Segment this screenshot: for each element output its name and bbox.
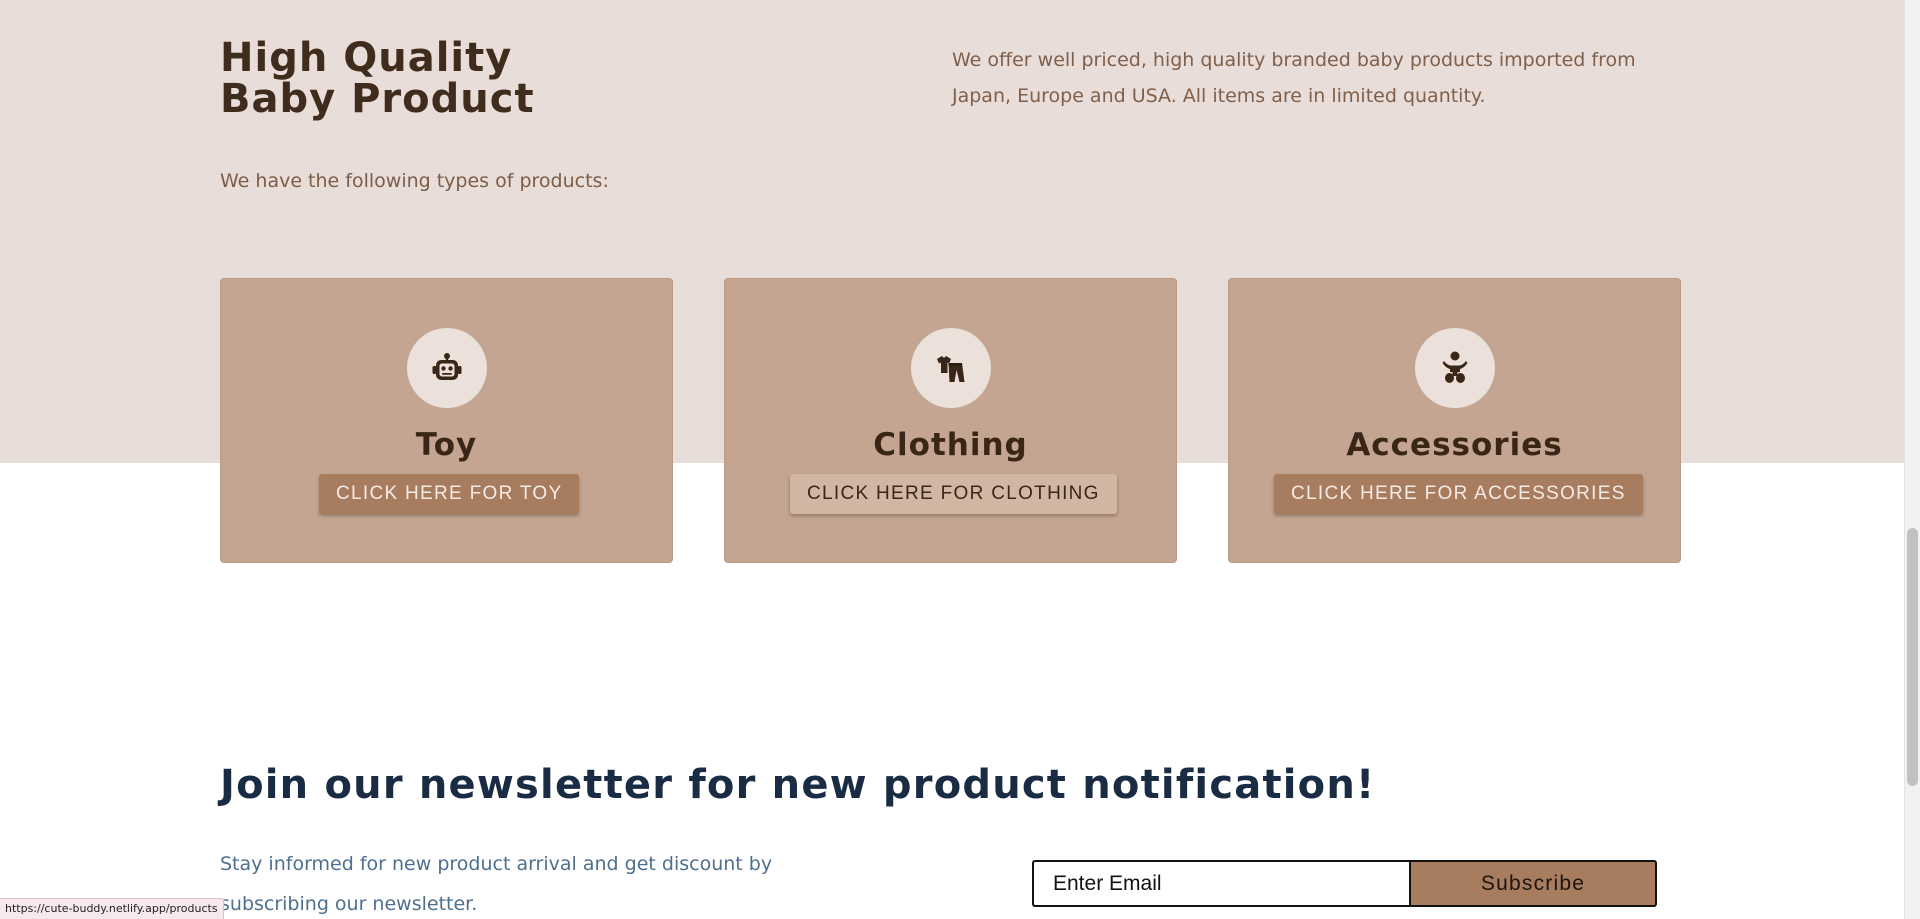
page-scrollbar[interactable] xyxy=(1904,0,1920,919)
hero-title-line-1: High Quality xyxy=(220,35,513,81)
category-title-toy: Toy xyxy=(415,427,478,463)
click-here-for-accessories-button[interactable]: CLICK HERE FOR ACCESSORIES xyxy=(1274,474,1643,514)
email-input[interactable] xyxy=(1032,860,1409,907)
category-card-accessories: Accessories CLICK HERE FOR ACCESSORIES xyxy=(1228,278,1681,563)
newsletter-title: Join our newsletter for new product noti… xyxy=(220,762,1376,808)
newsletter-description: Stay informed for new product arrival an… xyxy=(220,853,773,915)
category-title-accessories: Accessories xyxy=(1346,427,1563,463)
category-title-clothing: Clothing xyxy=(873,427,1028,463)
robot-icon-circle xyxy=(406,328,487,408)
baby-icon-circle xyxy=(1414,328,1495,408)
robot-icon xyxy=(432,353,461,380)
scrollbar-thumb[interactable] xyxy=(1907,528,1918,786)
baby-icon xyxy=(1442,351,1467,383)
category-card-toy: Toy CLICK HERE FOR TOY xyxy=(220,278,673,563)
category-card-clothing: Clothing CLICK HERE FOR CLOTHING xyxy=(724,278,1177,563)
click-here-for-clothing-button[interactable]: CLICK HERE FOR CLOTHING xyxy=(790,474,1117,514)
product-types-intro: We have the following types of products: xyxy=(220,170,609,192)
page: High Quality Baby Product We offer well … xyxy=(0,0,1904,919)
clothing-icon-circle xyxy=(910,328,991,408)
hero-description: We offer well priced, high quality brand… xyxy=(952,49,1636,107)
subscribe-button[interactable]: Subscribe xyxy=(1409,860,1657,907)
clothing-icon xyxy=(936,356,964,382)
link-status-bar: https://cute-buddy.netlify.app/products xyxy=(0,898,224,919)
click-here-for-toy-button[interactable]: CLICK HERE FOR TOY xyxy=(319,474,580,514)
hero-title-line-2: Baby Product xyxy=(220,76,535,122)
hero-title: High Quality Baby Product xyxy=(220,38,535,120)
